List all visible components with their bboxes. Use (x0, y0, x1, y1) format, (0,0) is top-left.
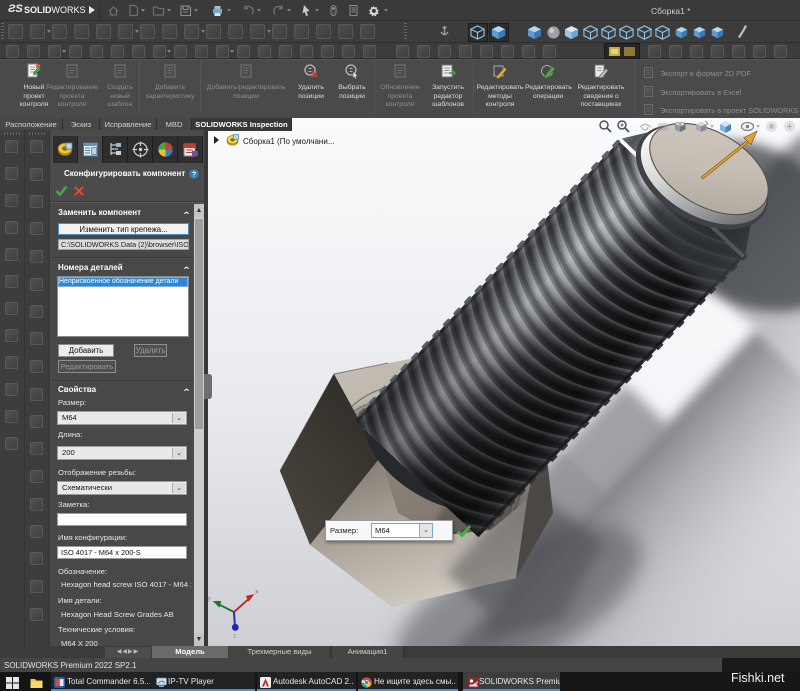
svg-text:?: ? (192, 170, 197, 179)
svg-text:y: y (208, 596, 211, 602)
svg-text:x: x (255, 589, 258, 595)
svg-text:z: z (233, 634, 236, 640)
